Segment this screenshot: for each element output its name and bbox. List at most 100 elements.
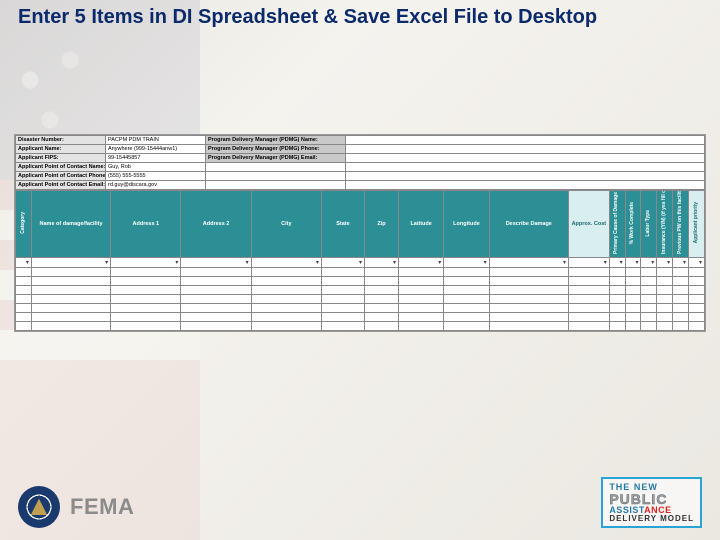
cell[interactable] [364,268,398,277]
cell[interactable] [673,268,689,277]
cell[interactable] [609,322,625,331]
cell[interactable] [364,277,398,286]
dropdown-cell[interactable] [111,258,181,268]
cell[interactable] [689,268,705,277]
cell[interactable] [657,295,673,304]
cell[interactable] [251,295,321,304]
cell[interactable] [673,286,689,295]
cell[interactable] [625,295,641,304]
cell[interactable] [641,313,657,322]
dropdown-cell[interactable] [689,258,705,268]
cell[interactable] [181,322,251,331]
cell[interactable] [398,313,443,322]
cell[interactable] [689,286,705,295]
cell[interactable] [568,286,609,295]
cell[interactable] [251,286,321,295]
cell[interactable] [321,268,364,277]
cell[interactable] [609,304,625,313]
cell[interactable] [16,286,32,295]
cell[interactable] [489,322,568,331]
info-value[interactable] [346,172,705,181]
cell[interactable] [16,268,32,277]
cell[interactable] [444,277,489,286]
cell[interactable] [609,268,625,277]
cell[interactable] [444,304,489,313]
dropdown-cell[interactable] [609,258,625,268]
cell[interactable] [609,286,625,295]
cell[interactable] [251,277,321,286]
cell[interactable] [181,304,251,313]
cell[interactable] [568,322,609,331]
cell[interactable] [181,295,251,304]
cell[interactable] [16,277,32,286]
cell[interactable] [609,313,625,322]
cell[interactable] [398,286,443,295]
cell[interactable] [111,304,181,313]
cell[interactable] [568,277,609,286]
cell[interactable] [444,313,489,322]
cell[interactable] [657,322,673,331]
cell[interactable] [364,304,398,313]
info-value[interactable] [346,163,705,172]
cell[interactable] [657,277,673,286]
cell[interactable] [364,295,398,304]
cell[interactable] [444,322,489,331]
cell[interactable] [111,286,181,295]
cell[interactable] [251,322,321,331]
cell[interactable] [181,286,251,295]
cell[interactable] [16,322,32,331]
cell[interactable] [489,277,568,286]
cell[interactable] [111,277,181,286]
cell[interactable] [673,313,689,322]
info-value[interactable] [346,181,705,190]
cell[interactable] [689,277,705,286]
info-value[interactable] [346,145,705,154]
cell[interactable] [609,295,625,304]
dropdown-cell[interactable] [321,258,364,268]
cell[interactable] [16,295,32,304]
cell[interactable] [657,304,673,313]
dropdown-cell[interactable] [398,258,443,268]
cell[interactable] [489,268,568,277]
cell[interactable] [489,295,568,304]
dropdown-cell[interactable] [16,258,32,268]
cell[interactable] [398,268,443,277]
cell[interactable] [673,304,689,313]
cell[interactable] [641,295,657,304]
cell[interactable] [673,322,689,331]
cell[interactable] [625,268,641,277]
cell[interactable] [398,277,443,286]
cell[interactable] [321,313,364,322]
cell[interactable] [568,295,609,304]
cell[interactable] [398,304,443,313]
cell[interactable] [364,313,398,322]
dropdown-cell[interactable] [489,258,568,268]
dropdown-cell[interactable] [673,258,689,268]
cell[interactable] [657,268,673,277]
dropdown-cell[interactable] [364,258,398,268]
info-value[interactable]: (555) 555-5555 [106,172,206,181]
info-value[interactable]: Guy, Rob [106,163,206,172]
cell[interactable] [609,277,625,286]
dropdown-cell[interactable] [444,258,489,268]
cell[interactable] [111,322,181,331]
cell[interactable] [489,313,568,322]
dropdown-cell[interactable] [625,258,641,268]
cell[interactable] [31,313,110,322]
cell[interactable] [398,322,443,331]
dropdown-cell[interactable] [641,258,657,268]
cell[interactable] [251,268,321,277]
cell[interactable] [625,304,641,313]
cell[interactable] [321,277,364,286]
cell[interactable] [16,304,32,313]
cell[interactable] [625,277,641,286]
cell[interactable] [444,295,489,304]
cell[interactable] [568,268,609,277]
cell[interactable] [321,304,364,313]
info-value[interactable]: 99-15445857 [106,154,206,163]
cell[interactable] [16,313,32,322]
cell[interactable] [111,268,181,277]
cell[interactable] [181,313,251,322]
cell[interactable] [398,295,443,304]
cell[interactable] [689,322,705,331]
